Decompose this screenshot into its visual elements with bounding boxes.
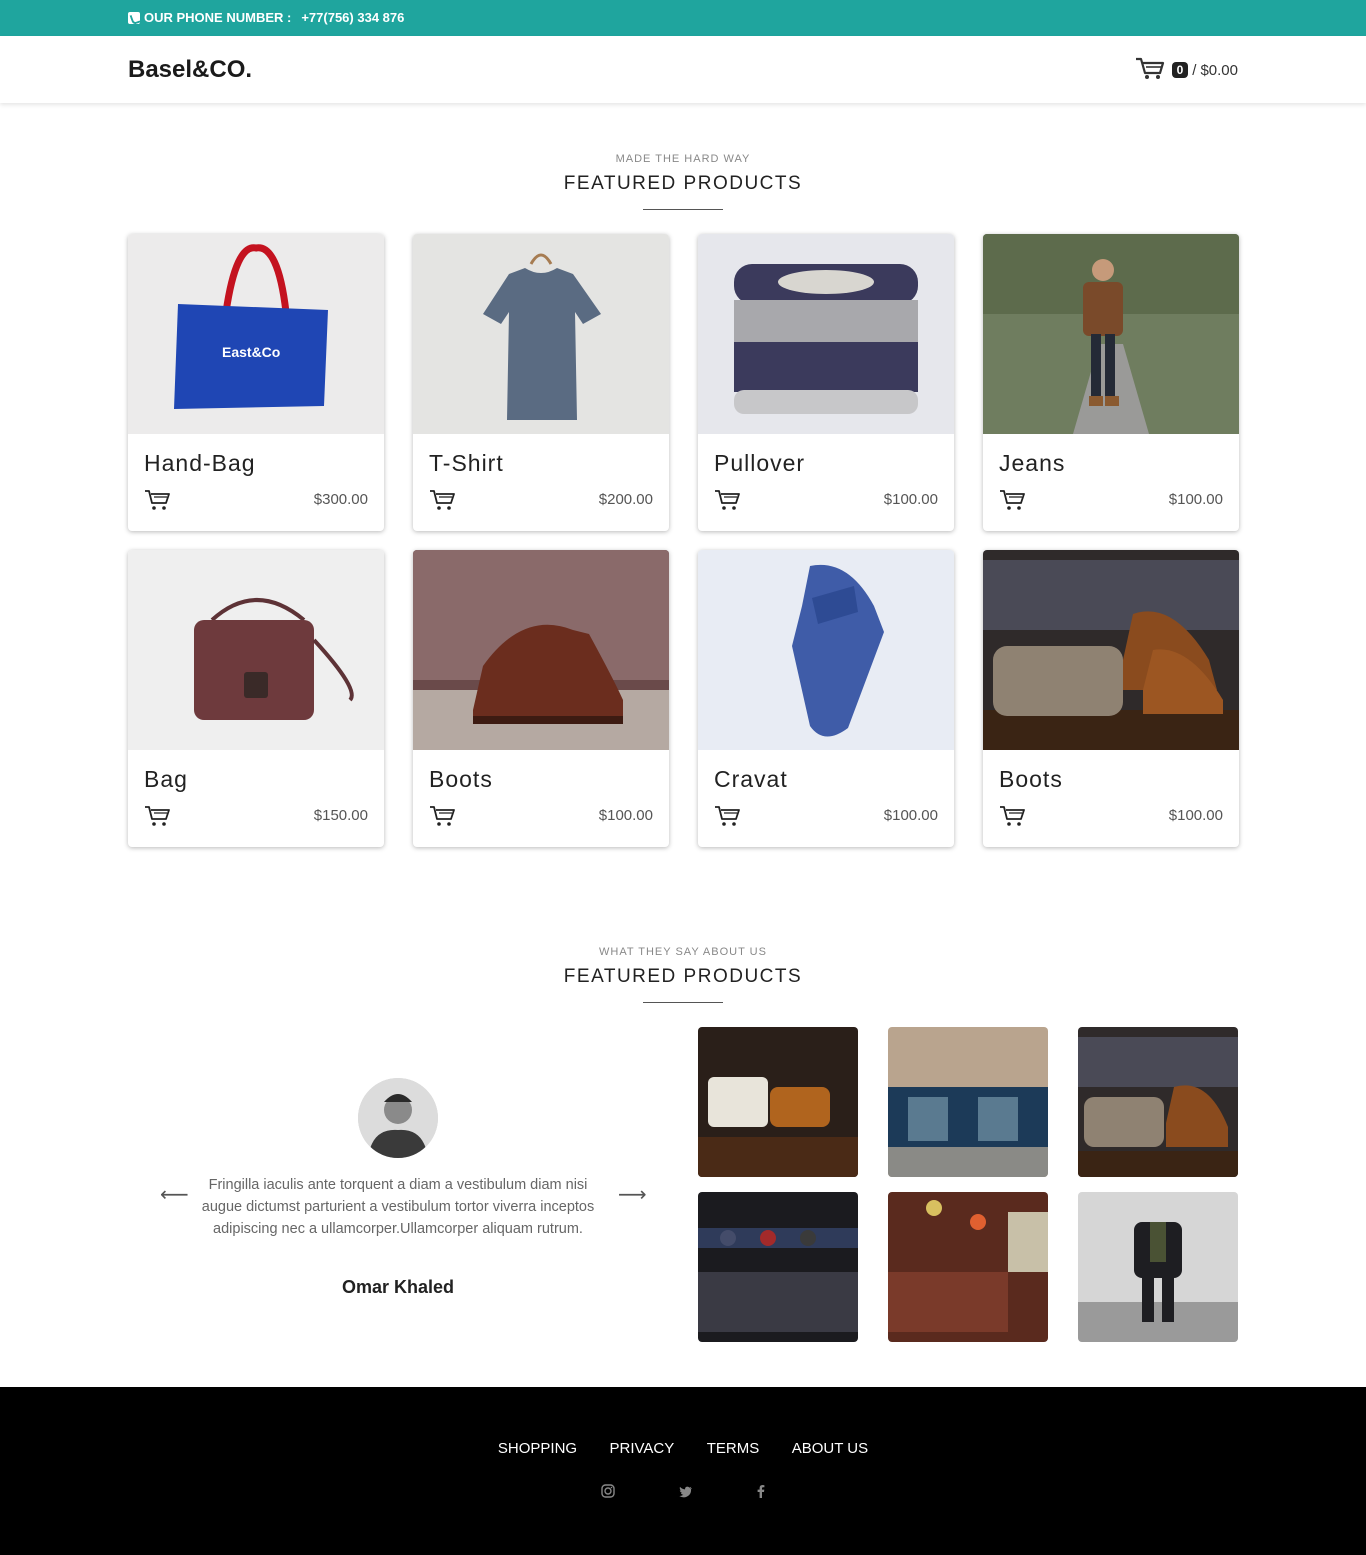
add-to-cart-icon[interactable] [999, 489, 1027, 516]
cravat-image[interactable] [698, 550, 954, 750]
product-card[interactable]: Boots $100.00 [983, 550, 1239, 847]
product-card[interactable]: East&Co Hand-Bag $300.00 [128, 234, 384, 531]
testimonial-slider: ⟵ Fringilla iaculis ante torquent a diam… [128, 1027, 668, 1342]
add-to-cart-icon[interactable] [429, 489, 457, 516]
product-card[interactable]: Pullover $100.00 [698, 234, 954, 531]
cart-summary[interactable]: 0 / $0.00 [1134, 56, 1238, 84]
product-name[interactable]: Boots [429, 766, 493, 793]
testimonial-quote: Fringilla iaculis ante torquent a diam a… [201, 1177, 595, 1237]
instagram-icon[interactable] [600, 1484, 615, 1503]
product-name[interactable]: Boots [999, 766, 1063, 793]
product-price: $100.00 [1168, 807, 1223, 824]
footer-link-terms[interactable]: TERMS [707, 1440, 760, 1457]
testimonials-header: WHAT THEY SAY ABOUT US FEATURED PRODUCTS [0, 946, 1366, 1003]
arrow-right-icon[interactable]: ⟶ [618, 1182, 647, 1207]
product-card[interactable]: T-Shirt $200.00 [413, 234, 669, 531]
footer: SHOPPING PRIVACY TERMS ABOUT US [0, 1387, 1366, 1555]
gallery-image-jacket-outfit[interactable] [1078, 1192, 1238, 1342]
tshirt-image[interactable] [413, 234, 669, 434]
title-divider [643, 209, 723, 210]
pullover-image[interactable] [698, 234, 954, 434]
footer-link-shopping[interactable]: SHOPPING [498, 1440, 577, 1457]
gallery-image-shoes-display[interactable] [698, 1027, 858, 1177]
phone-icon [128, 11, 140, 24]
product-name[interactable]: Pullover [714, 450, 805, 477]
product-card[interactable]: Boots $100.00 [413, 550, 669, 847]
brand-logo[interactable]: Basel&CO. [128, 56, 252, 84]
product-price: $150.00 [313, 807, 368, 824]
product-price: $100.00 [598, 807, 653, 824]
product-name[interactable]: Hand-Bag [144, 450, 256, 477]
twitter-icon[interactable] [679, 1485, 693, 1503]
featured-title: FEATURED PRODUCTS [563, 173, 803, 194]
product-card[interactable]: Jeans $100.00 [983, 234, 1239, 531]
gallery-image-caps-rack[interactable] [698, 1192, 858, 1342]
product-price: $100.00 [1168, 491, 1223, 508]
featured-header: MADE THE HARD WAY FEATURED PRODUCTS [0, 153, 1366, 210]
product-card[interactable]: Bag $150.00 [128, 550, 384, 847]
arrow-left-icon[interactable]: ⟵ [160, 1182, 189, 1207]
testimonial-author: Omar Khaled [341, 1277, 455, 1297]
author-avatar [358, 1078, 438, 1158]
testimonials-title: FEATURED PRODUCTS [563, 966, 803, 987]
add-to-cart-icon[interactable] [999, 805, 1027, 832]
footer-links: SHOPPING PRIVACY TERMS ABOUT US [0, 1440, 1366, 1458]
phone-number[interactable]: +77(756) 334 876 [301, 10, 404, 25]
add-to-cart-icon[interactable] [714, 489, 742, 516]
cart-separator: / [1192, 61, 1197, 79]
add-to-cart-icon[interactable] [714, 805, 742, 832]
add-to-cart-icon[interactable] [144, 805, 172, 832]
product-name[interactable]: Cravat [714, 766, 788, 793]
cart-count-badge: 0 [1171, 62, 1189, 78]
add-to-cart-icon[interactable] [144, 489, 172, 516]
product-price: $300.00 [313, 491, 368, 508]
testimonials-kicker: WHAT THEY SAY ABOUT US [599, 946, 767, 958]
product-price: $100.00 [883, 491, 938, 508]
phone-label: OUR PHONE NUMBER : [144, 10, 292, 25]
product-name[interactable]: Jeans [999, 450, 1065, 477]
product-price: $100.00 [883, 807, 938, 824]
featured-kicker: MADE THE HARD WAY [615, 153, 751, 165]
gallery-image-storefront[interactable] [888, 1027, 1048, 1177]
facebook-icon[interactable] [757, 1484, 765, 1503]
product-price: $200.00 [598, 491, 653, 508]
jeans-image[interactable] [983, 234, 1239, 434]
social-links [0, 1484, 1366, 1503]
product-name[interactable]: Bag [144, 766, 188, 793]
boots-image[interactable] [413, 550, 669, 750]
gallery-image-clothing-store[interactable] [888, 1192, 1048, 1342]
handbag-image[interactable]: East&Co [128, 234, 384, 434]
title-divider [643, 1002, 723, 1003]
boots-image[interactable] [983, 550, 1239, 750]
phone-info: OUR PHONE NUMBER : +77(756) 334 876 [128, 10, 404, 25]
bag-image[interactable] [128, 550, 384, 750]
product-card[interactable]: Cravat $100.00 [698, 550, 954, 847]
top-bar: OUR PHONE NUMBER : +77(756) 334 876 [0, 0, 1366, 36]
cart-icon[interactable] [1134, 56, 1166, 84]
gallery-image-boots-sweaters[interactable] [1078, 1027, 1238, 1177]
footer-link-about[interactable]: ABOUT US [792, 1440, 868, 1457]
footer-link-privacy[interactable]: PRIVACY [610, 1440, 675, 1457]
product-name[interactable]: T-Shirt [429, 450, 504, 477]
add-to-cart-icon[interactable] [429, 805, 457, 832]
svg-text:East&Co: East&Co [222, 344, 280, 360]
cart-total: $0.00 [1200, 61, 1238, 79]
navbar: Basel&CO. 0 / $0.00 [0, 36, 1366, 103]
